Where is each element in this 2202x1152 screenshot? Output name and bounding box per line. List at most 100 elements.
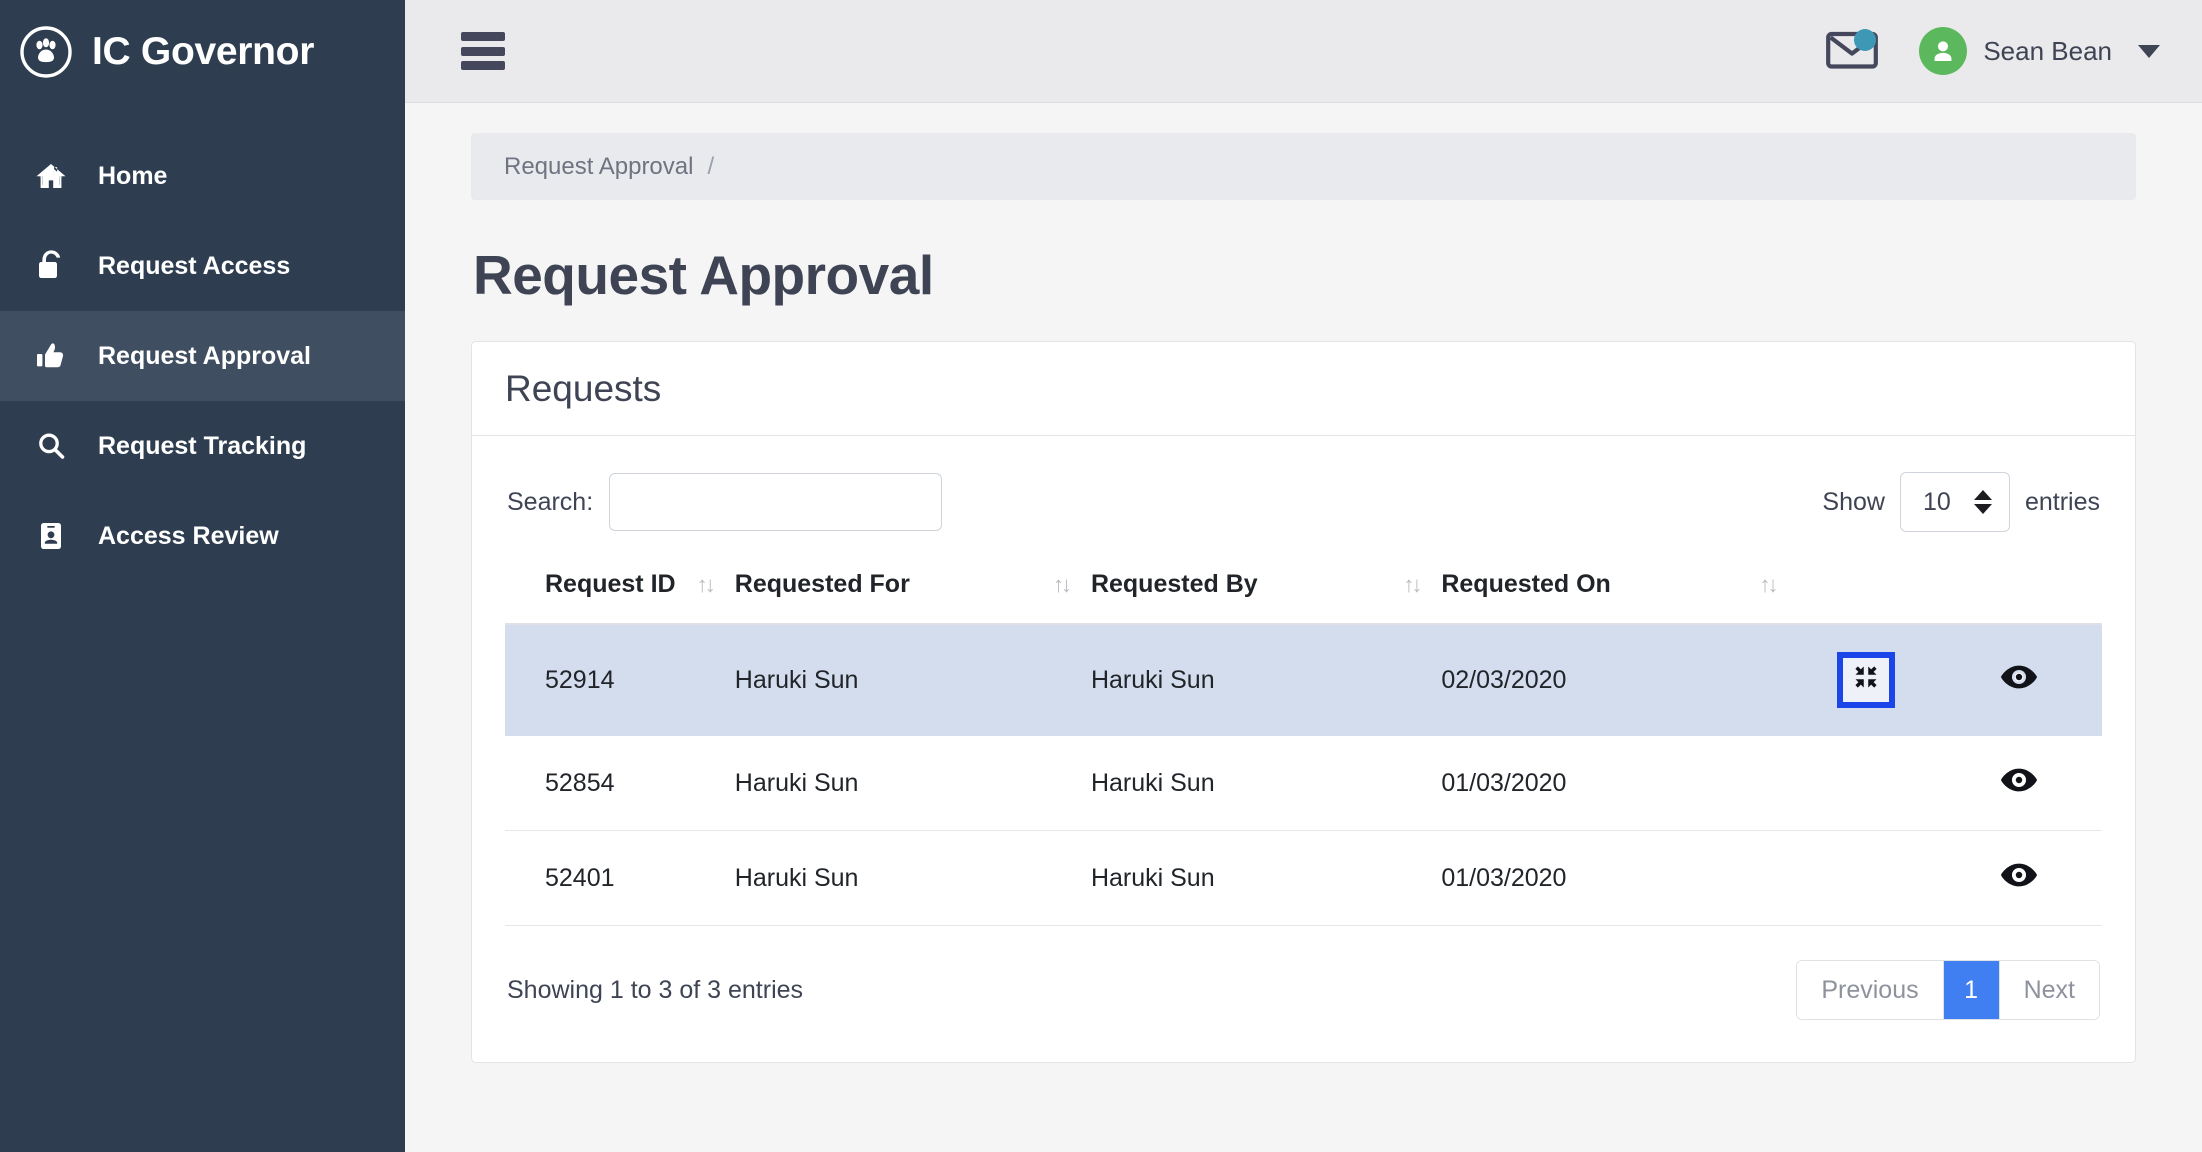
unlock-icon — [30, 250, 72, 282]
user-name: Sean Bean — [1983, 35, 2112, 66]
view-details-button[interactable] — [1995, 858, 2043, 898]
sidebar-item-request-access[interactable]: Request Access — [0, 221, 405, 311]
search-icon — [30, 430, 72, 462]
avatar — [1919, 27, 1968, 75]
column-header-requested-on[interactable]: Requested On ↑↓ — [1441, 570, 1798, 625]
column-header-view — [1935, 570, 2102, 625]
cell-request-id: 52401 — [505, 830, 735, 926]
cell-request-id: 52914 — [505, 624, 735, 736]
table-head: Request ID ↑↓ Requested For ↑↓ Requested… — [505, 570, 2102, 625]
home-icon — [30, 160, 72, 192]
column-header-label: Requested On — [1441, 570, 1611, 598]
cell-request-id: 52854 — [505, 735, 735, 831]
sort-icon: ↑↓ — [1403, 571, 1422, 597]
card-header: Requests — [472, 342, 2135, 436]
pagination-next[interactable]: Next — [1999, 961, 2099, 1019]
main-area: Sean Bean Request Approval / Request App… — [405, 0, 2202, 1152]
eye-icon — [2000, 767, 2038, 800]
user-menu[interactable]: Sean Bean — [1891, 27, 2168, 75]
datatable-footer: Showing 1 to 3 of 3 entries Previous 1 N… — [505, 926, 2102, 1062]
column-header-action — [1797, 570, 1936, 625]
search-label: Search: — [507, 487, 594, 516]
datatable-controls: Search: Show 10 entries — [505, 472, 2102, 532]
cell-view — [1935, 830, 2102, 926]
cell-requested-on: 01/03/2020 — [1441, 735, 1798, 831]
cell-action — [1797, 735, 1936, 831]
sidebar-item-request-tracking[interactable]: Request Tracking — [0, 401, 405, 491]
sort-icon: ↑↓ — [696, 571, 716, 597]
cell-requested-by: Haruki Sun — [1090, 624, 1442, 736]
hamburger-icon[interactable] — [461, 32, 505, 70]
brand[interactable]: IC Governor — [0, 0, 405, 103]
cell-requested-on: 01/03/2020 — [1441, 830, 1798, 926]
page-title: Request Approval — [473, 244, 934, 306]
sort-icon: ↑↓ — [1052, 571, 1072, 597]
view-details-button[interactable] — [1995, 660, 2043, 700]
hamburger-bar — [461, 46, 505, 56]
search-input[interactable] — [609, 473, 943, 531]
cell-action — [1797, 830, 1936, 926]
search-control: Search: — [507, 473, 943, 531]
cell-view — [1935, 624, 2102, 736]
column-header-label: Requested For — [734, 570, 910, 598]
breadcrumb-separator: / — [707, 152, 715, 180]
thumbs-up-icon — [30, 340, 72, 372]
cell-requested-for: Haruki Sun — [734, 735, 1091, 831]
cell-requested-by: Haruki Sun — [1090, 830, 1442, 926]
breadcrumb-item[interactable]: Request Approval — [504, 153, 693, 181]
cell-view — [1935, 735, 2102, 831]
sidebar-item-label: Home — [98, 161, 168, 190]
sort-icon: ↑↓ — [1759, 571, 1779, 597]
chevron-updown-icon — [1973, 490, 1992, 514]
sidebar-nav: Home Request Access Request Approval Req… — [0, 131, 405, 581]
app-root: IC Governor Home Request Access Request … — [0, 0, 2202, 1152]
requests-card: Requests Search: Show 10 entries Request… — [471, 341, 2136, 1063]
caret-down-icon — [2138, 44, 2160, 58]
column-header-label: Requested By — [1090, 570, 1258, 598]
hamburger-bar — [461, 32, 505, 41]
cell-requested-for: Haruki Sun — [734, 624, 1091, 736]
view-details-button[interactable] — [1995, 763, 2043, 803]
compress-arrows-icon — [1851, 662, 1881, 699]
column-header-requested-by[interactable]: Requested By ↑↓ — [1090, 570, 1442, 625]
requests-table: Request ID ↑↓ Requested For ↑↓ Requested… — [505, 570, 2102, 926]
table-row[interactable]: 52914 Haruki Sun Haruki Sun 02/03/2020 — [505, 624, 2102, 736]
column-header-requested-for[interactable]: Requested For ↑↓ — [734, 570, 1091, 625]
length-suffix-label: entries — [2024, 487, 2100, 516]
length-prefix-label: Show — [1822, 487, 1885, 516]
pagination-previous[interactable]: Previous — [1797, 961, 1944, 1019]
mail-button[interactable] — [1813, 16, 1891, 86]
breadcrumb: Request Approval / — [471, 133, 2136, 200]
cell-requested-for: Haruki Sun — [734, 830, 1091, 926]
table-body: 52914 Haruki Sun Haruki Sun 02/03/2020 5… — [505, 624, 2102, 926]
table-row[interactable]: 52401 Haruki Sun Haruki Sun 01/03/2020 — [505, 830, 2102, 926]
sidebar-item-access-review[interactable]: Access Review — [0, 491, 405, 581]
sidebar-item-label: Request Tracking — [98, 431, 307, 460]
column-header-label: Request ID — [545, 570, 676, 598]
cell-requested-by: Haruki Sun — [1090, 735, 1442, 831]
brand-title: IC Governor — [92, 29, 315, 73]
paw-circle-icon — [18, 24, 74, 80]
length-control: Show 10 entries — [1822, 472, 2102, 532]
entries-per-page-select[interactable]: 10 — [1899, 472, 2010, 532]
sidebar-item-request-approval[interactable]: Request Approval — [0, 311, 405, 401]
cell-action — [1797, 624, 1936, 736]
sidebar-item-home[interactable]: Home — [0, 131, 405, 221]
column-header-request-id[interactable]: Request ID ↑↓ — [505, 570, 735, 625]
table-row[interactable]: 52854 Haruki Sun Haruki Sun 01/03/2020 — [505, 735, 2102, 831]
card-title: Requests — [505, 367, 662, 409]
pagination-page-1[interactable]: 1 — [1943, 961, 2000, 1019]
eye-icon — [2000, 664, 2038, 697]
pagination: Previous 1 Next — [1796, 960, 2100, 1020]
card-body: Search: Show 10 entries Request ID ↑↓ Re… — [472, 436, 2135, 1062]
content: Request Approval / Request Approval Requ… — [405, 103, 2202, 1152]
cell-requested-on: 02/03/2020 — [1441, 624, 1798, 736]
eye-icon — [2000, 862, 2038, 895]
compress-arrows-button[interactable] — [1837, 652, 1896, 708]
id-badge-icon — [30, 520, 72, 552]
sidebar-item-label: Access Review — [98, 521, 279, 550]
table-header-row: Request ID ↑↓ Requested For ↑↓ Requested… — [505, 570, 2102, 625]
hamburger-bar — [461, 61, 505, 70]
sidebar-item-label: Request Approval — [98, 341, 312, 370]
entries-info: Showing 1 to 3 of 3 entries — [507, 975, 804, 1004]
